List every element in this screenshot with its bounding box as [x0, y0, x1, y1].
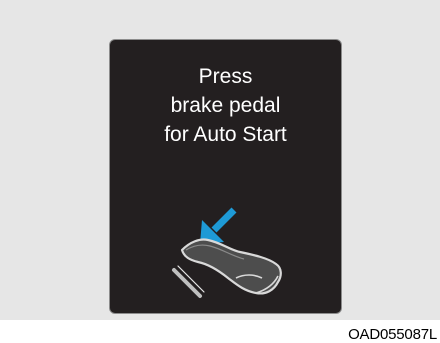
- cluster-display: Press brake pedal for Auto Start: [109, 39, 342, 314]
- message-line-2: brake pedal: [170, 94, 281, 117]
- figure-frame: Press brake pedal for Auto Start: [0, 0, 440, 320]
- auto-start-message: Press brake pedal for Auto Start: [110, 62, 341, 149]
- brake-pedal-graphic: [172, 207, 282, 298]
- message-line-3: for Auto Start: [164, 123, 287, 146]
- message-line-1: Press: [198, 65, 253, 88]
- foot-on-brake-pedal-icon: [172, 238, 282, 298]
- figure-code: OAD055087L: [348, 326, 437, 343]
